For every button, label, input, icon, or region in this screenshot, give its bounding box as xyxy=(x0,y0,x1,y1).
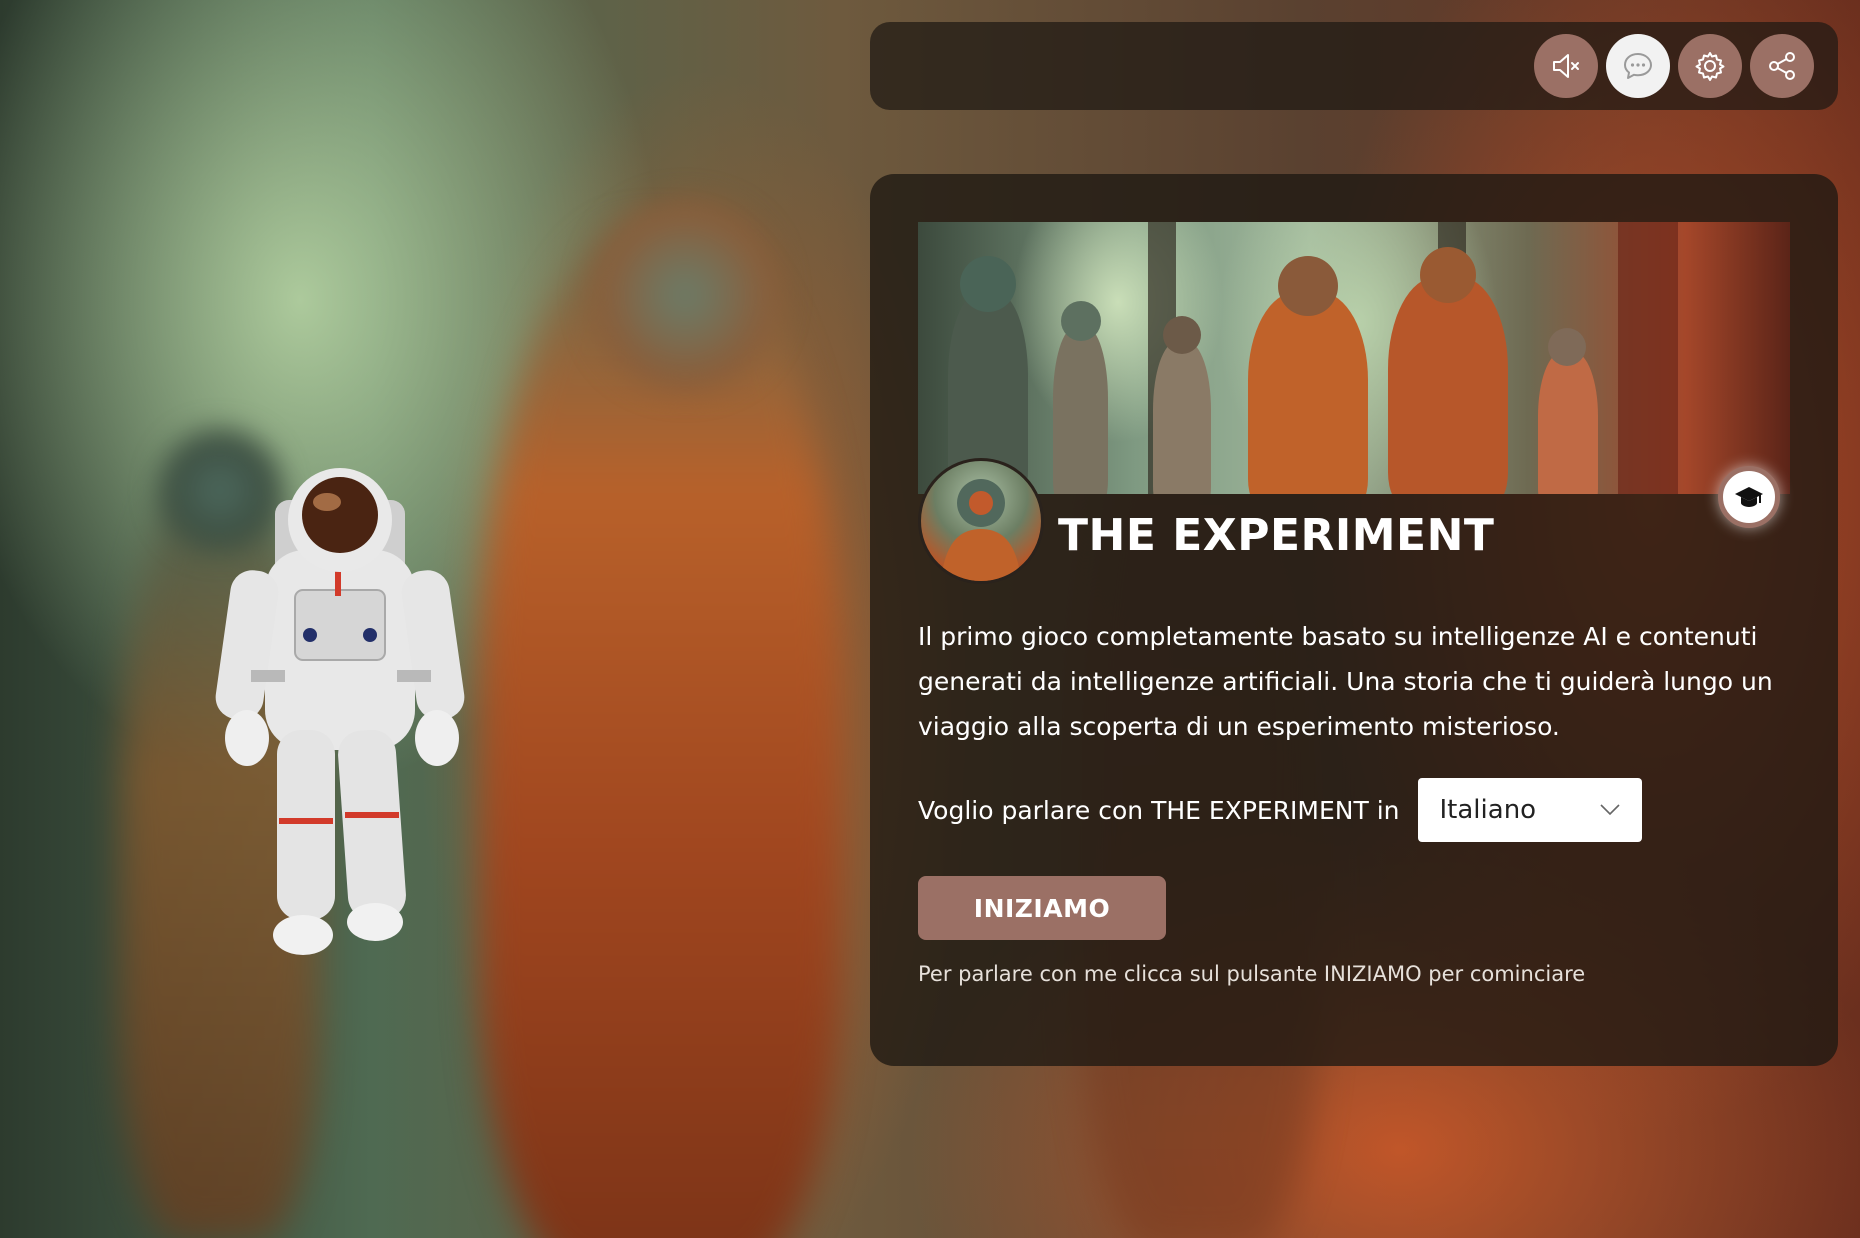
language-selected-value: Italiano xyxy=(1439,795,1537,825)
language-row: Voglio parlare con THE EXPERIMENT in Ita… xyxy=(918,778,1642,842)
gear-icon xyxy=(1695,52,1725,81)
start-hint: Per parlare con me clicca sul pulsante I… xyxy=(918,962,1586,986)
graduation-cap-icon xyxy=(1735,487,1763,507)
share-icon xyxy=(1769,52,1795,80)
language-select[interactable]: Italiano xyxy=(1417,778,1642,842)
astronaut-avatar[interactable] xyxy=(215,460,465,960)
learn-more-button[interactable] xyxy=(1718,466,1780,528)
chat-bubble-icon xyxy=(1624,53,1652,79)
chevron-down-icon xyxy=(1599,804,1620,816)
intro-card: THE EXPERIMENT Il primo gioco completame… xyxy=(870,174,1838,1066)
app-stage: THE EXPERIMENT Il primo gioco completame… xyxy=(0,0,1860,1238)
experience-description: Il primo gioco completamente basato su i… xyxy=(918,622,1773,741)
cover-banner-image xyxy=(918,222,1790,494)
speaker-muted-icon xyxy=(1553,54,1579,78)
top-toolbar xyxy=(870,22,1838,110)
start-button[interactable]: INIZIAMO xyxy=(918,876,1166,940)
chat-button[interactable] xyxy=(1606,34,1670,98)
character-avatar xyxy=(918,458,1044,584)
experience-title: THE EXPERIMENT xyxy=(1058,510,1495,561)
settings-button[interactable] xyxy=(1678,34,1742,98)
background-figure-head xyxy=(590,200,780,390)
share-button[interactable] xyxy=(1750,34,1814,98)
language-prompt: Voglio parlare con THE EXPERIMENT in xyxy=(918,795,1400,825)
mute-button[interactable] xyxy=(1534,34,1598,98)
